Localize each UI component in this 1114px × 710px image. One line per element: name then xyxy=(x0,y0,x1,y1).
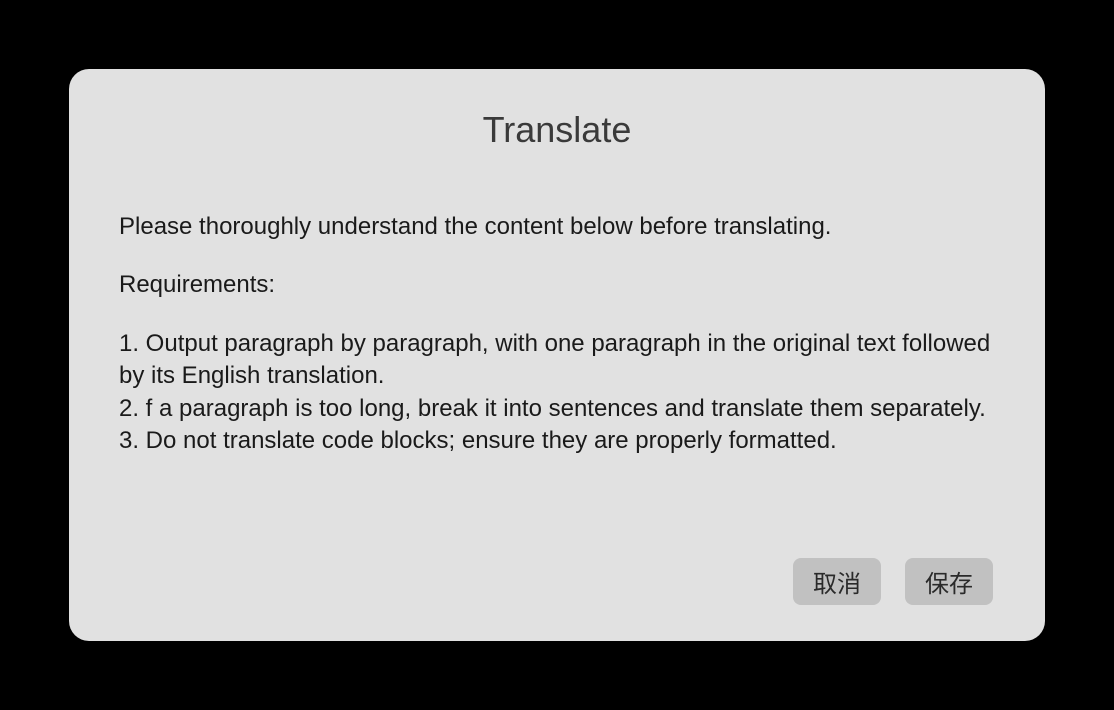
requirement-item: 2. f a paragraph is too long, break it i… xyxy=(119,393,995,425)
dialog-title: Translate xyxy=(117,109,997,151)
dialog-actions: 取消 保存 xyxy=(117,558,997,609)
requirements-label: Requirements: xyxy=(119,269,995,301)
spacer xyxy=(119,243,995,269)
save-button[interactable]: 保存 xyxy=(905,558,993,605)
dialog-body: Please thoroughly understand the content… xyxy=(117,211,997,558)
cancel-button[interactable]: 取消 xyxy=(793,558,881,605)
spacer xyxy=(119,302,995,328)
requirement-item: 1. Output paragraph by paragraph, with o… xyxy=(119,328,995,393)
requirement-item: 3. Do not translate code blocks; ensure … xyxy=(119,425,995,457)
translate-dialog: Translate Please thoroughly understand t… xyxy=(69,69,1045,641)
intro-text: Please thoroughly understand the content… xyxy=(119,211,995,243)
